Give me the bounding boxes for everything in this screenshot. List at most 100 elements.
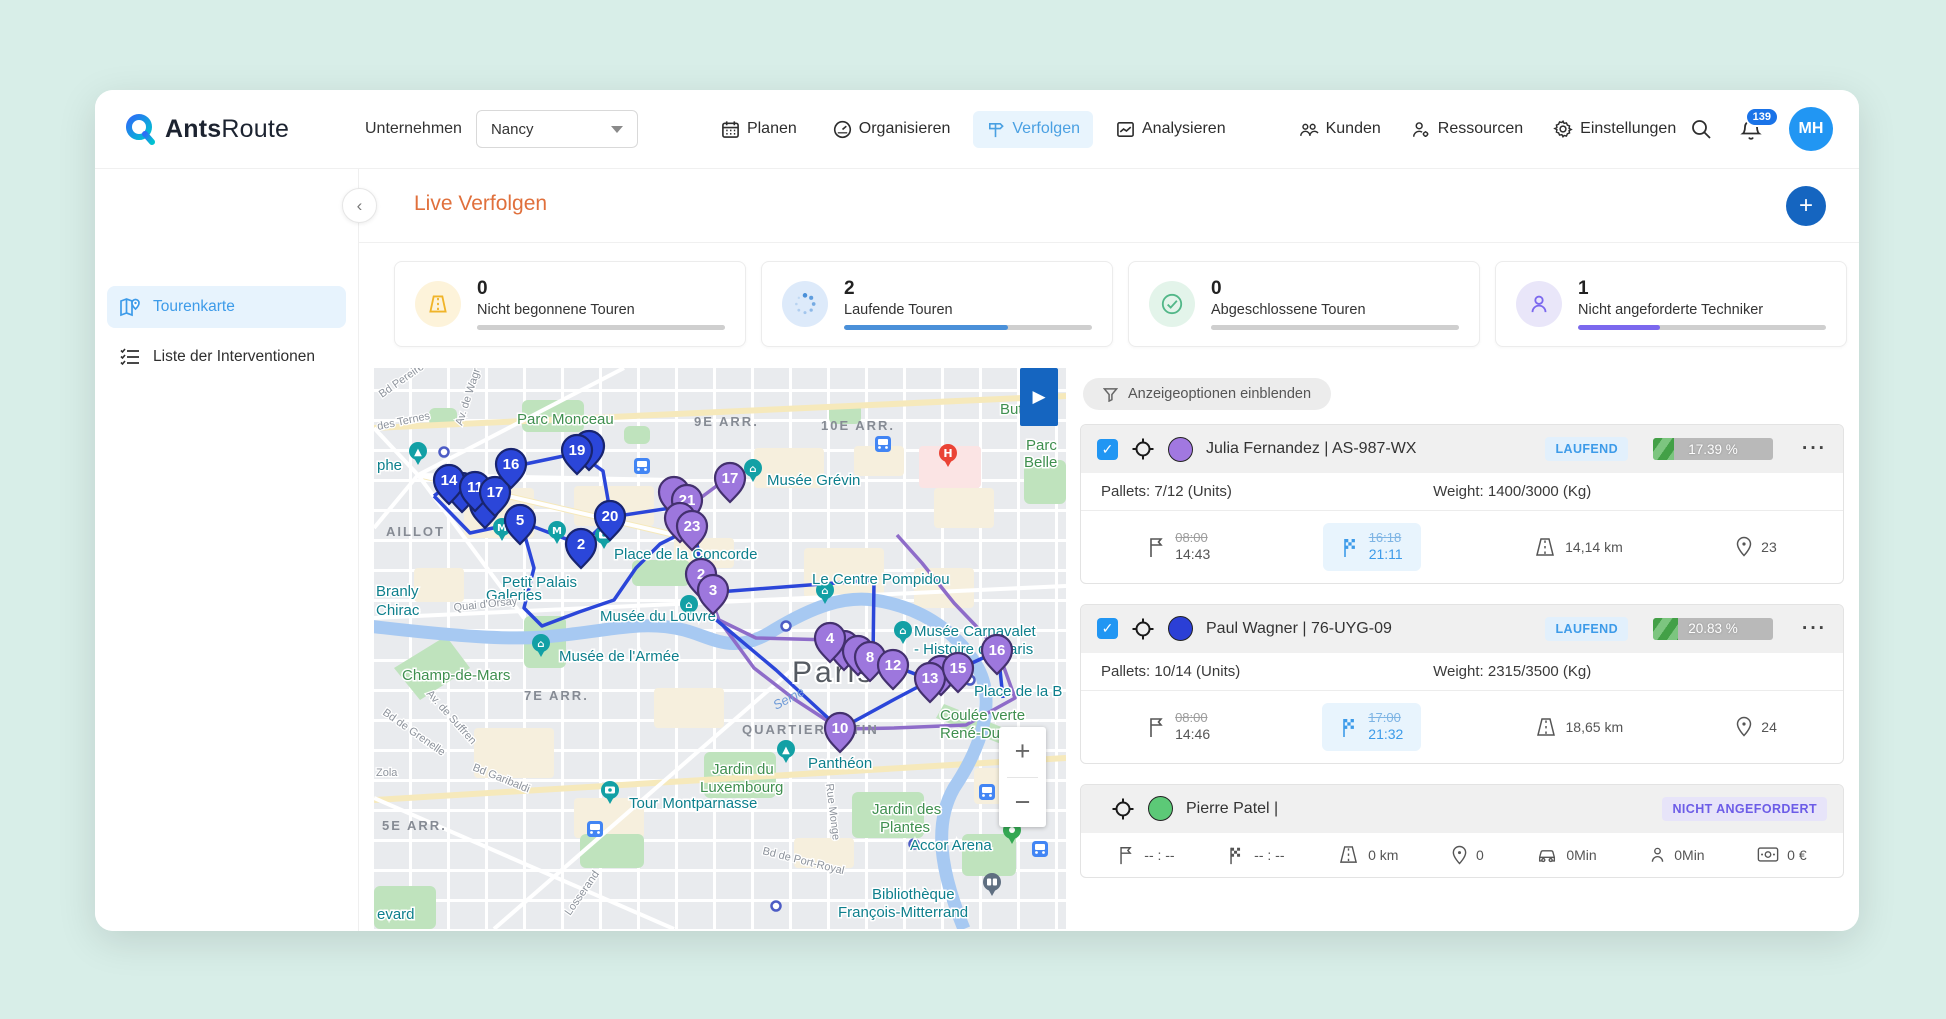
driver-stats-row: -- : -- -- : -- 0 km (1081, 833, 1843, 877)
svg-text:▲: ▲ (782, 745, 790, 756)
stat-value: 1 (1578, 278, 1826, 300)
svg-text:H: H (943, 447, 952, 460)
more-options-button[interactable]: ··· (1802, 618, 1827, 640)
gear-icon (1553, 119, 1573, 139)
tab-planen[interactable]: Planen (708, 111, 810, 148)
search-icon (1689, 117, 1713, 141)
notifications-button[interactable]: 139 (1739, 117, 1763, 142)
svg-text:10E ARR.: 10E ARR. (821, 418, 895, 433)
svg-text:Panthéon: Panthéon (808, 755, 872, 772)
more-options-button[interactable]: ··· (1802, 438, 1827, 460)
end-actual: 21:32 (1368, 726, 1403, 744)
driver-card-header[interactable]: ✓ Julia Fernandez | AS-987-WX LAUFEND 17… (1081, 425, 1843, 473)
company-select-value: Nancy (491, 121, 534, 138)
tab-analysieren[interactable]: Analysieren (1103, 111, 1239, 148)
locate-icon[interactable] (1111, 797, 1135, 821)
driver-load-row: Pallets: 10/14 (Units) Weight: 2315/3500… (1081, 653, 1843, 691)
antsroute-logo[interactable]: AntsRoute (95, 112, 325, 146)
distance-value: 0 km (1368, 847, 1398, 863)
svg-text:Place de la B: Place de la B (974, 683, 1062, 700)
driver-load-row: Pallets: 7/12 (Units) Weight: 1400/3000 … (1081, 473, 1843, 511)
svg-text:Le Centre Pompidou: Le Centre Pompidou (812, 571, 950, 588)
stat-card-completed: 0 Abgeschlossene Touren (1128, 261, 1480, 347)
driver-progress-bar: 17.39 % (1653, 438, 1773, 460)
driver-checkbox[interactable]: ✓ (1097, 618, 1118, 639)
svg-text:phe: phe (377, 457, 402, 474)
distance-value: 18,65 km (1566, 719, 1624, 735)
car-icon (1536, 845, 1558, 864)
svg-text:Belle: Belle (1024, 454, 1057, 471)
map[interactable]: ⌂⌂⌂⌂⌂MM▲▲H9E ARR.10E ARR.7E ARR.5E ARR.A… (374, 368, 1066, 929)
locate-icon[interactable] (1131, 617, 1155, 641)
finish-flag-icon (1340, 716, 1360, 738)
driver-name: Paul Wagner | 76-UYG-09 (1206, 620, 1532, 638)
weight-value: Weight: 1400/3000 (Kg) (1433, 483, 1591, 500)
zoom-out-button[interactable]: − (999, 778, 1046, 828)
locate-icon[interactable] (1131, 437, 1155, 461)
add-button[interactable]: + (1786, 186, 1826, 226)
avatar[interactable]: MH (1789, 107, 1833, 151)
svg-text:QUARTIER LATIN: QUARTIER LATIN (742, 722, 879, 737)
monument-poi: ▲ (409, 442, 427, 465)
search-button[interactable] (1689, 117, 1713, 141)
zoom-in-button[interactable]: + (999, 727, 1046, 777)
tab-organisieren[interactable]: Organisieren (820, 111, 964, 148)
svg-text:Champ-de-Mars: Champ-de-Mars (402, 667, 510, 684)
train-poi (587, 821, 603, 837)
driver-stats-row: 08:00 14:43 16:18 21:11 (1081, 511, 1843, 583)
driver-card-pierre: Pierre Patel | NICHT ANGEFORDERT -- : --… (1080, 784, 1844, 878)
quick-navigation: Kunden Ressourcen Einstellungen (1297, 113, 1679, 145)
tab-verfolgen[interactable]: Verfolgen (973, 111, 1093, 148)
sidebar: Tourenkarte Liste der Interventionen (95, 168, 359, 931)
map-canvas: ⌂⌂⌂⌂⌂MM▲▲H9E ARR.10E ARR.7E ARR.5E ARR.A… (374, 368, 1066, 929)
stat-label: Laufende Touren (844, 302, 1092, 318)
display-options-button[interactable]: Anzeigeoptionen einblenden (1083, 378, 1331, 410)
main-navigation: Planen Organisieren Verfolgen Analysiere… (708, 111, 1239, 148)
svg-text:Jardin du: Jardin du (712, 761, 774, 778)
end-planned: 16:18 (1369, 530, 1403, 546)
stats-row: 0 Nicht begonnene Touren 2 Laufende T (394, 261, 1847, 347)
map-expand-button[interactable]: ▶ (1020, 368, 1058, 426)
distance-icon (1534, 717, 1558, 737)
app-window: AntsRoute Unternehmen Nancy Planen Or (95, 90, 1859, 931)
map-zoom-control: + − (999, 727, 1046, 827)
svg-text:5E ARR.: 5E ARR. (382, 818, 447, 833)
spinner-icon (792, 291, 818, 317)
nav-einstellungen[interactable]: Einstellungen (1551, 113, 1678, 145)
sidebar-item-tourenkarte[interactable]: Tourenkarte (107, 286, 346, 328)
metro-poi (440, 448, 449, 457)
technician-icon (1649, 845, 1666, 864)
svg-text:François-Mitterrand: François-Mitterrand (838, 904, 968, 921)
start-value: -- : -- (1144, 847, 1174, 863)
svg-text:- Histoire de Paris: - Histoire de Paris (914, 641, 1033, 658)
status-badge: LAUFEND (1545, 437, 1628, 461)
svg-text:⌂: ⌂ (749, 464, 756, 475)
company-select[interactable]: Nancy (476, 110, 638, 148)
svg-text:Petit Palais: Petit Palais (502, 574, 577, 591)
svg-text:Av. de Wagr: Av. de Wagr (453, 368, 483, 427)
map-pin-icon (119, 296, 141, 318)
driver-card-header[interactable]: ✓ Paul Wagner | 76-UYG-09 LAUFEND 20.83 … (1081, 605, 1843, 653)
collapse-sidebar-button[interactable]: ‹ (342, 188, 377, 223)
sidebar-item-interventionen[interactable]: Liste der Interventionen (107, 336, 346, 378)
svg-text:9E ARR.: 9E ARR. (694, 414, 759, 429)
nav-ressourcen[interactable]: Ressourcen (1409, 114, 1525, 145)
train-poi (1032, 841, 1048, 857)
tour-marker: 16 (982, 635, 1012, 674)
stat-value: 0 (477, 278, 725, 300)
start-actual: 14:43 (1175, 546, 1210, 564)
svg-text:13: 13 (922, 670, 939, 687)
driver-card-header[interactable]: Pierre Patel | NICHT ANGEFORDERT (1081, 785, 1843, 833)
brand-text: AntsRoute (165, 115, 289, 144)
svg-text:14: 14 (441, 472, 458, 489)
stat-value: 2 (844, 278, 1092, 300)
metro-poi (782, 622, 791, 631)
svg-text:Bd de Grenelle: Bd de Grenelle (380, 707, 447, 759)
driver-checkbox[interactable]: ✓ (1097, 439, 1118, 460)
nav-kunden[interactable]: Kunden (1297, 114, 1383, 145)
end-value: -- : -- (1254, 847, 1284, 863)
svg-text:15: 15 (950, 660, 967, 677)
driver-color-avatar (1168, 616, 1193, 641)
expand-arrow-icon: ▶ (1032, 387, 1045, 407)
tour-marker: 10 (825, 713, 855, 752)
